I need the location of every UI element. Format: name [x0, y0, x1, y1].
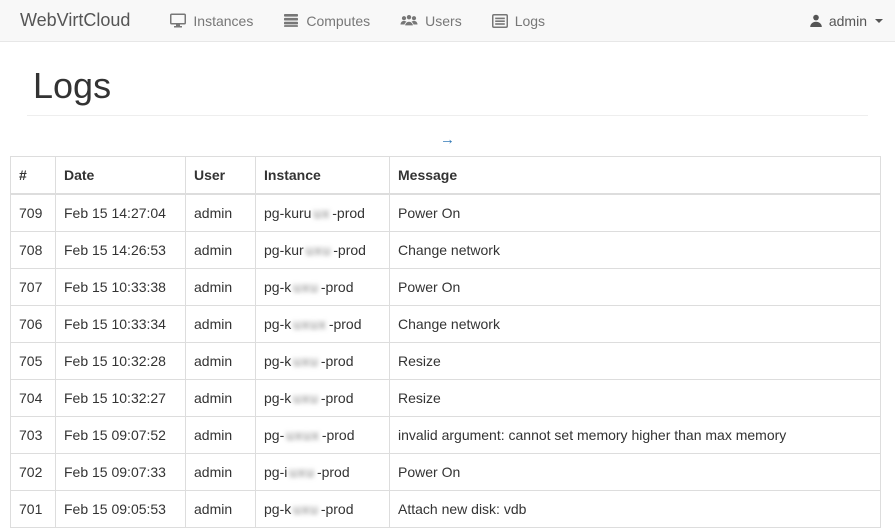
page-header: Logs [27, 66, 868, 116]
log-id-cell: 709 [11, 194, 56, 232]
redacted-text: uxux [293, 316, 327, 332]
nav-item-users[interactable]: Users [385, 0, 477, 42]
log-date-cell: Feb 15 10:33:38 [56, 268, 186, 305]
nav-item-label: Logs [515, 13, 545, 29]
desktop-icon [170, 13, 186, 28]
log-row: 706 Feb 15 10:33:34 admin pg-kuxux-prod … [11, 305, 881, 342]
log-id-cell: 706 [11, 305, 56, 342]
log-row: 707 Feb 15 10:33:38 admin pg-kuxu-prod P… [11, 268, 881, 305]
log-id-cell: 701 [11, 490, 56, 527]
users-icon [400, 13, 418, 28]
log-message-cell: invalid argument: cannot set memory high… [390, 416, 881, 453]
log-date-cell: Feb 15 14:26:53 [56, 231, 186, 268]
log-user-cell: admin [186, 194, 256, 232]
log-message-cell: Change network [390, 231, 881, 268]
log-instance-cell: pg-kuxu-prod [256, 490, 390, 527]
nav-item-computes[interactable]: Computes [268, 0, 385, 42]
pagination: → [0, 129, 895, 149]
log-id-cell: 702 [11, 453, 56, 490]
log-id-cell: 705 [11, 342, 56, 379]
log-message-cell: Power On [390, 194, 881, 232]
log-date-cell: Feb 15 09:07:52 [56, 416, 186, 453]
table-header-row: # Date User Instance Message [11, 156, 881, 194]
log-row: 704 Feb 15 10:32:27 admin pg-kuxu-prod R… [11, 379, 881, 416]
column-header-id: # [11, 156, 56, 194]
log-user-cell: admin [186, 416, 256, 453]
main-nav: Instances Computes [155, 0, 560, 42]
log-user-cell: admin [186, 268, 256, 305]
chevron-down-icon [875, 19, 883, 23]
log-message-cell: Change network [390, 305, 881, 342]
redacted-text: uxu [293, 353, 319, 369]
logs-table: # Date User Instance Message 709 Feb 15 … [10, 156, 881, 528]
redacted-text: uxu [306, 242, 332, 258]
column-header-user: User [186, 156, 256, 194]
log-instance-cell: pg-kuruux-prod [256, 194, 390, 232]
log-row: 705 Feb 15 10:32:28 admin pg-kuxu-prod R… [11, 342, 881, 379]
log-user-cell: admin [186, 490, 256, 527]
log-user-cell: admin [186, 231, 256, 268]
column-header-message: Message [390, 156, 881, 194]
log-date-cell: Feb 15 10:33:34 [56, 305, 186, 342]
log-user-cell: admin [186, 379, 256, 416]
log-user-cell: admin [186, 453, 256, 490]
redacted-text: uxu [293, 279, 319, 295]
log-date-cell: Feb 15 10:32:27 [56, 379, 186, 416]
log-instance-cell: pg-uxux-prod [256, 416, 390, 453]
user-icon [809, 14, 823, 28]
nav-item-label: Computes [306, 13, 370, 29]
logs-icon [492, 14, 508, 28]
log-message-cell: Resize [390, 379, 881, 416]
log-date-cell: Feb 15 09:07:33 [56, 453, 186, 490]
log-instance-cell: pg-kuruxu-prod [256, 231, 390, 268]
redacted-text: ux [313, 205, 330, 221]
log-user-cell: admin [186, 342, 256, 379]
log-instance-cell: pg-kuxux-prod [256, 305, 390, 342]
top-navbar: WebVirtCloud Instances Comp [0, 0, 895, 42]
log-id-cell: 704 [11, 379, 56, 416]
column-header-date: Date [56, 156, 186, 194]
log-message-cell: Resize [390, 342, 881, 379]
log-message-cell: Attach new disk: vdb [390, 490, 881, 527]
nav-item-logs[interactable]: Logs [477, 0, 560, 42]
log-id-cell: 703 [11, 416, 56, 453]
nav-item-label: Users [425, 13, 462, 29]
nav-item-instances[interactable]: Instances [155, 0, 268, 42]
redacted-text: uxu [293, 501, 319, 517]
user-menu-dropdown[interactable]: admin [794, 0, 895, 42]
log-date-cell: Feb 15 14:27:04 [56, 194, 186, 232]
log-instance-cell: pg-kuxu-prod [256, 268, 390, 305]
log-message-cell: Power On [390, 268, 881, 305]
log-message-cell: Power On [390, 453, 881, 490]
pagination-next-link[interactable]: → [440, 131, 455, 148]
log-date-cell: Feb 15 10:32:28 [56, 342, 186, 379]
log-row: 708 Feb 15 14:26:53 admin pg-kuruxu-prod… [11, 231, 881, 268]
redacted-text: uxu [289, 464, 315, 480]
log-id-cell: 708 [11, 231, 56, 268]
log-instance-cell: pg-kuxu-prod [256, 342, 390, 379]
redacted-text: uxux [286, 427, 320, 443]
server-icon [283, 13, 299, 28]
log-row: 709 Feb 15 14:27:04 admin pg-kuruux-prod… [11, 194, 881, 232]
brand-link[interactable]: WebVirtCloud [0, 10, 130, 31]
user-menu-label: admin [829, 13, 867, 29]
log-id-cell: 707 [11, 268, 56, 305]
column-header-instance: Instance [256, 156, 390, 194]
log-row: 701 Feb 15 09:05:53 admin pg-kuxu-prod A… [11, 490, 881, 527]
log-instance-cell: pg-kuxu-prod [256, 379, 390, 416]
redacted-text: uxu [293, 390, 319, 406]
log-row: 703 Feb 15 09:07:52 admin pg-uxux-prod i… [11, 416, 881, 453]
log-date-cell: Feb 15 09:05:53 [56, 490, 186, 527]
log-row: 702 Feb 15 09:07:33 admin pg-iuxu-prod P… [11, 453, 881, 490]
nav-item-label: Instances [193, 13, 253, 29]
log-instance-cell: pg-iuxu-prod [256, 453, 390, 490]
log-user-cell: admin [186, 305, 256, 342]
page-title: Logs [33, 66, 868, 106]
